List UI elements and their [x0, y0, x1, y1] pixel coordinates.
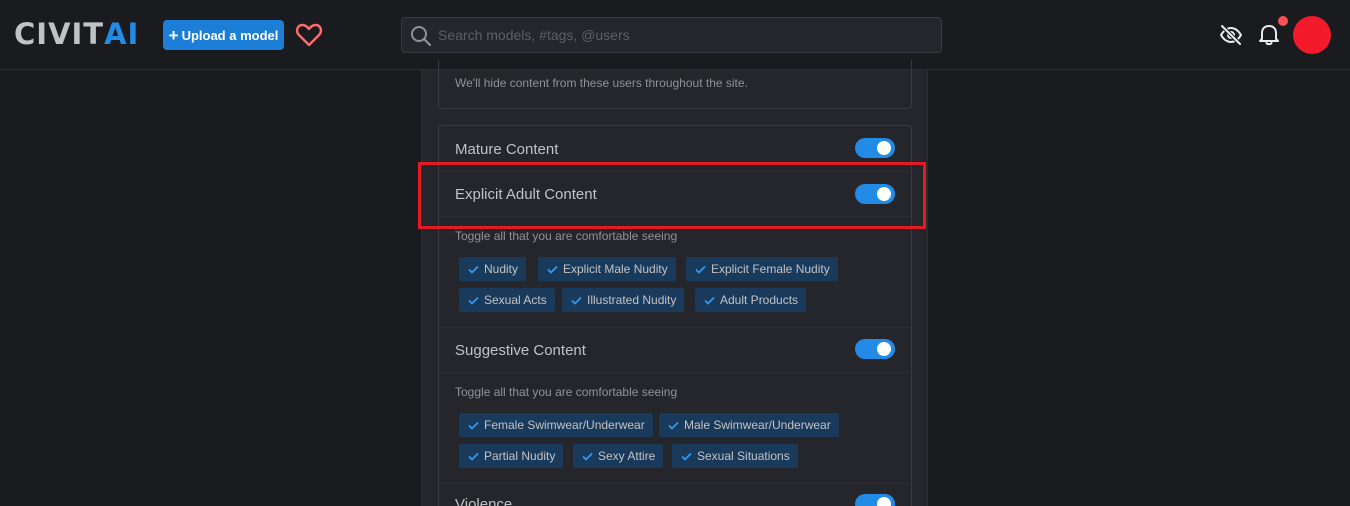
- search-box[interactable]: [401, 17, 942, 53]
- tag-chip-label: Sexual Situations: [697, 449, 790, 463]
- upload-model-label: Upload a model: [181, 27, 279, 43]
- violence-content-label: Violence: [455, 496, 513, 506]
- plus-icon: +: [168, 25, 179, 45]
- mature-content-label: Mature Content: [455, 141, 559, 158]
- explicit-sublabel: Toggle all that you are comfortable seei…: [455, 229, 678, 243]
- check-icon: [468, 452, 479, 461]
- tag-chip-label: Female Swimwear/Underwear: [484, 418, 645, 432]
- hidden-users-description: We'll hide content from these users thro…: [455, 76, 748, 90]
- tag-chip-female-swimwear[interactable]: Female Swimwear/Underwear: [459, 413, 653, 437]
- toggle-knob: [877, 342, 891, 356]
- tag-chip-sexy-attire[interactable]: Sexy Attire: [573, 444, 664, 468]
- tag-chip-explicit-female-nudity[interactable]: Explicit Female Nudity: [686, 257, 838, 281]
- eye-off-icon[interactable]: [1219, 23, 1243, 47]
- notification-dot: [1278, 16, 1288, 26]
- civitai-logo[interactable]: CIVIT AI: [14, 17, 140, 51]
- tag-chip-explicit-male-nudity[interactable]: Explicit Male Nudity: [538, 257, 676, 281]
- tag-chip-label: Sexy Attire: [598, 449, 656, 463]
- check-icon: [468, 296, 479, 305]
- tag-chip-adult-products[interactable]: Adult Products: [695, 288, 807, 312]
- suggestive-sublabel: Toggle all that you are comfortable seei…: [455, 385, 678, 399]
- hidden-users-card: We'll hide content from these users thro…: [438, 60, 912, 109]
- check-icon: [668, 421, 679, 430]
- suggestive-content-row: Suggestive Content: [439, 328, 911, 372]
- highlight-box: [418, 162, 926, 229]
- logo-text-ai: AI: [104, 17, 140, 51]
- check-icon: [468, 265, 479, 274]
- tag-chip-label: Explicit Male Nudity: [563, 262, 668, 276]
- divider: [439, 372, 911, 373]
- toggle-knob: [877, 497, 891, 506]
- mature-content-toggle[interactable]: [855, 138, 895, 158]
- tag-chip-illustrated-nudity[interactable]: Illustrated Nudity: [562, 288, 685, 312]
- suggestive-content-toggle[interactable]: [855, 339, 895, 359]
- settings-panel: We'll hide content from these users thro…: [421, 60, 928, 506]
- tag-chip-label: Nudity: [484, 262, 519, 276]
- toggle-knob: [877, 141, 891, 155]
- logo-text-civit: CIVIT: [14, 17, 105, 51]
- check-icon: [681, 452, 692, 461]
- tag-chip-male-swimwear[interactable]: Male Swimwear/Underwear: [659, 413, 839, 437]
- search-icon: [411, 26, 432, 47]
- check-icon: [571, 296, 582, 305]
- heart-icon[interactable]: [295, 22, 323, 48]
- check-icon: [468, 421, 479, 430]
- check-icon: [547, 265, 558, 274]
- tag-chip-label: Partial Nudity: [484, 449, 556, 463]
- check-icon: [582, 452, 593, 461]
- check-icon: [704, 296, 715, 305]
- tag-chip-partial-nudity[interactable]: Partial Nudity: [459, 444, 564, 468]
- upload-model-button[interactable]: + Upload a model: [163, 20, 284, 50]
- tag-chip-label: Male Swimwear/Underwear: [684, 418, 831, 432]
- violence-content-toggle[interactable]: [855, 494, 895, 506]
- tag-chip-nudity[interactable]: Nudity: [459, 257, 527, 281]
- search-input[interactable]: [438, 18, 933, 52]
- tag-chip-label: Sexual Acts: [484, 293, 547, 307]
- tag-chip-sexual-acts[interactable]: Sexual Acts: [459, 288, 555, 312]
- check-icon: [695, 265, 706, 274]
- tag-chip-label: Illustrated Nudity: [587, 293, 677, 307]
- tag-chip-label: Adult Products: [720, 293, 799, 307]
- tag-chip-sexual-situations[interactable]: Sexual Situations: [672, 444, 798, 468]
- tag-chip-label: Explicit Female Nudity: [711, 262, 830, 276]
- suggestive-content-label: Suggestive Content: [455, 342, 586, 359]
- violence-content-row: Violence: [439, 484, 911, 506]
- user-avatar[interactable]: [1293, 16, 1331, 54]
- bell-icon[interactable]: [1258, 22, 1280, 46]
